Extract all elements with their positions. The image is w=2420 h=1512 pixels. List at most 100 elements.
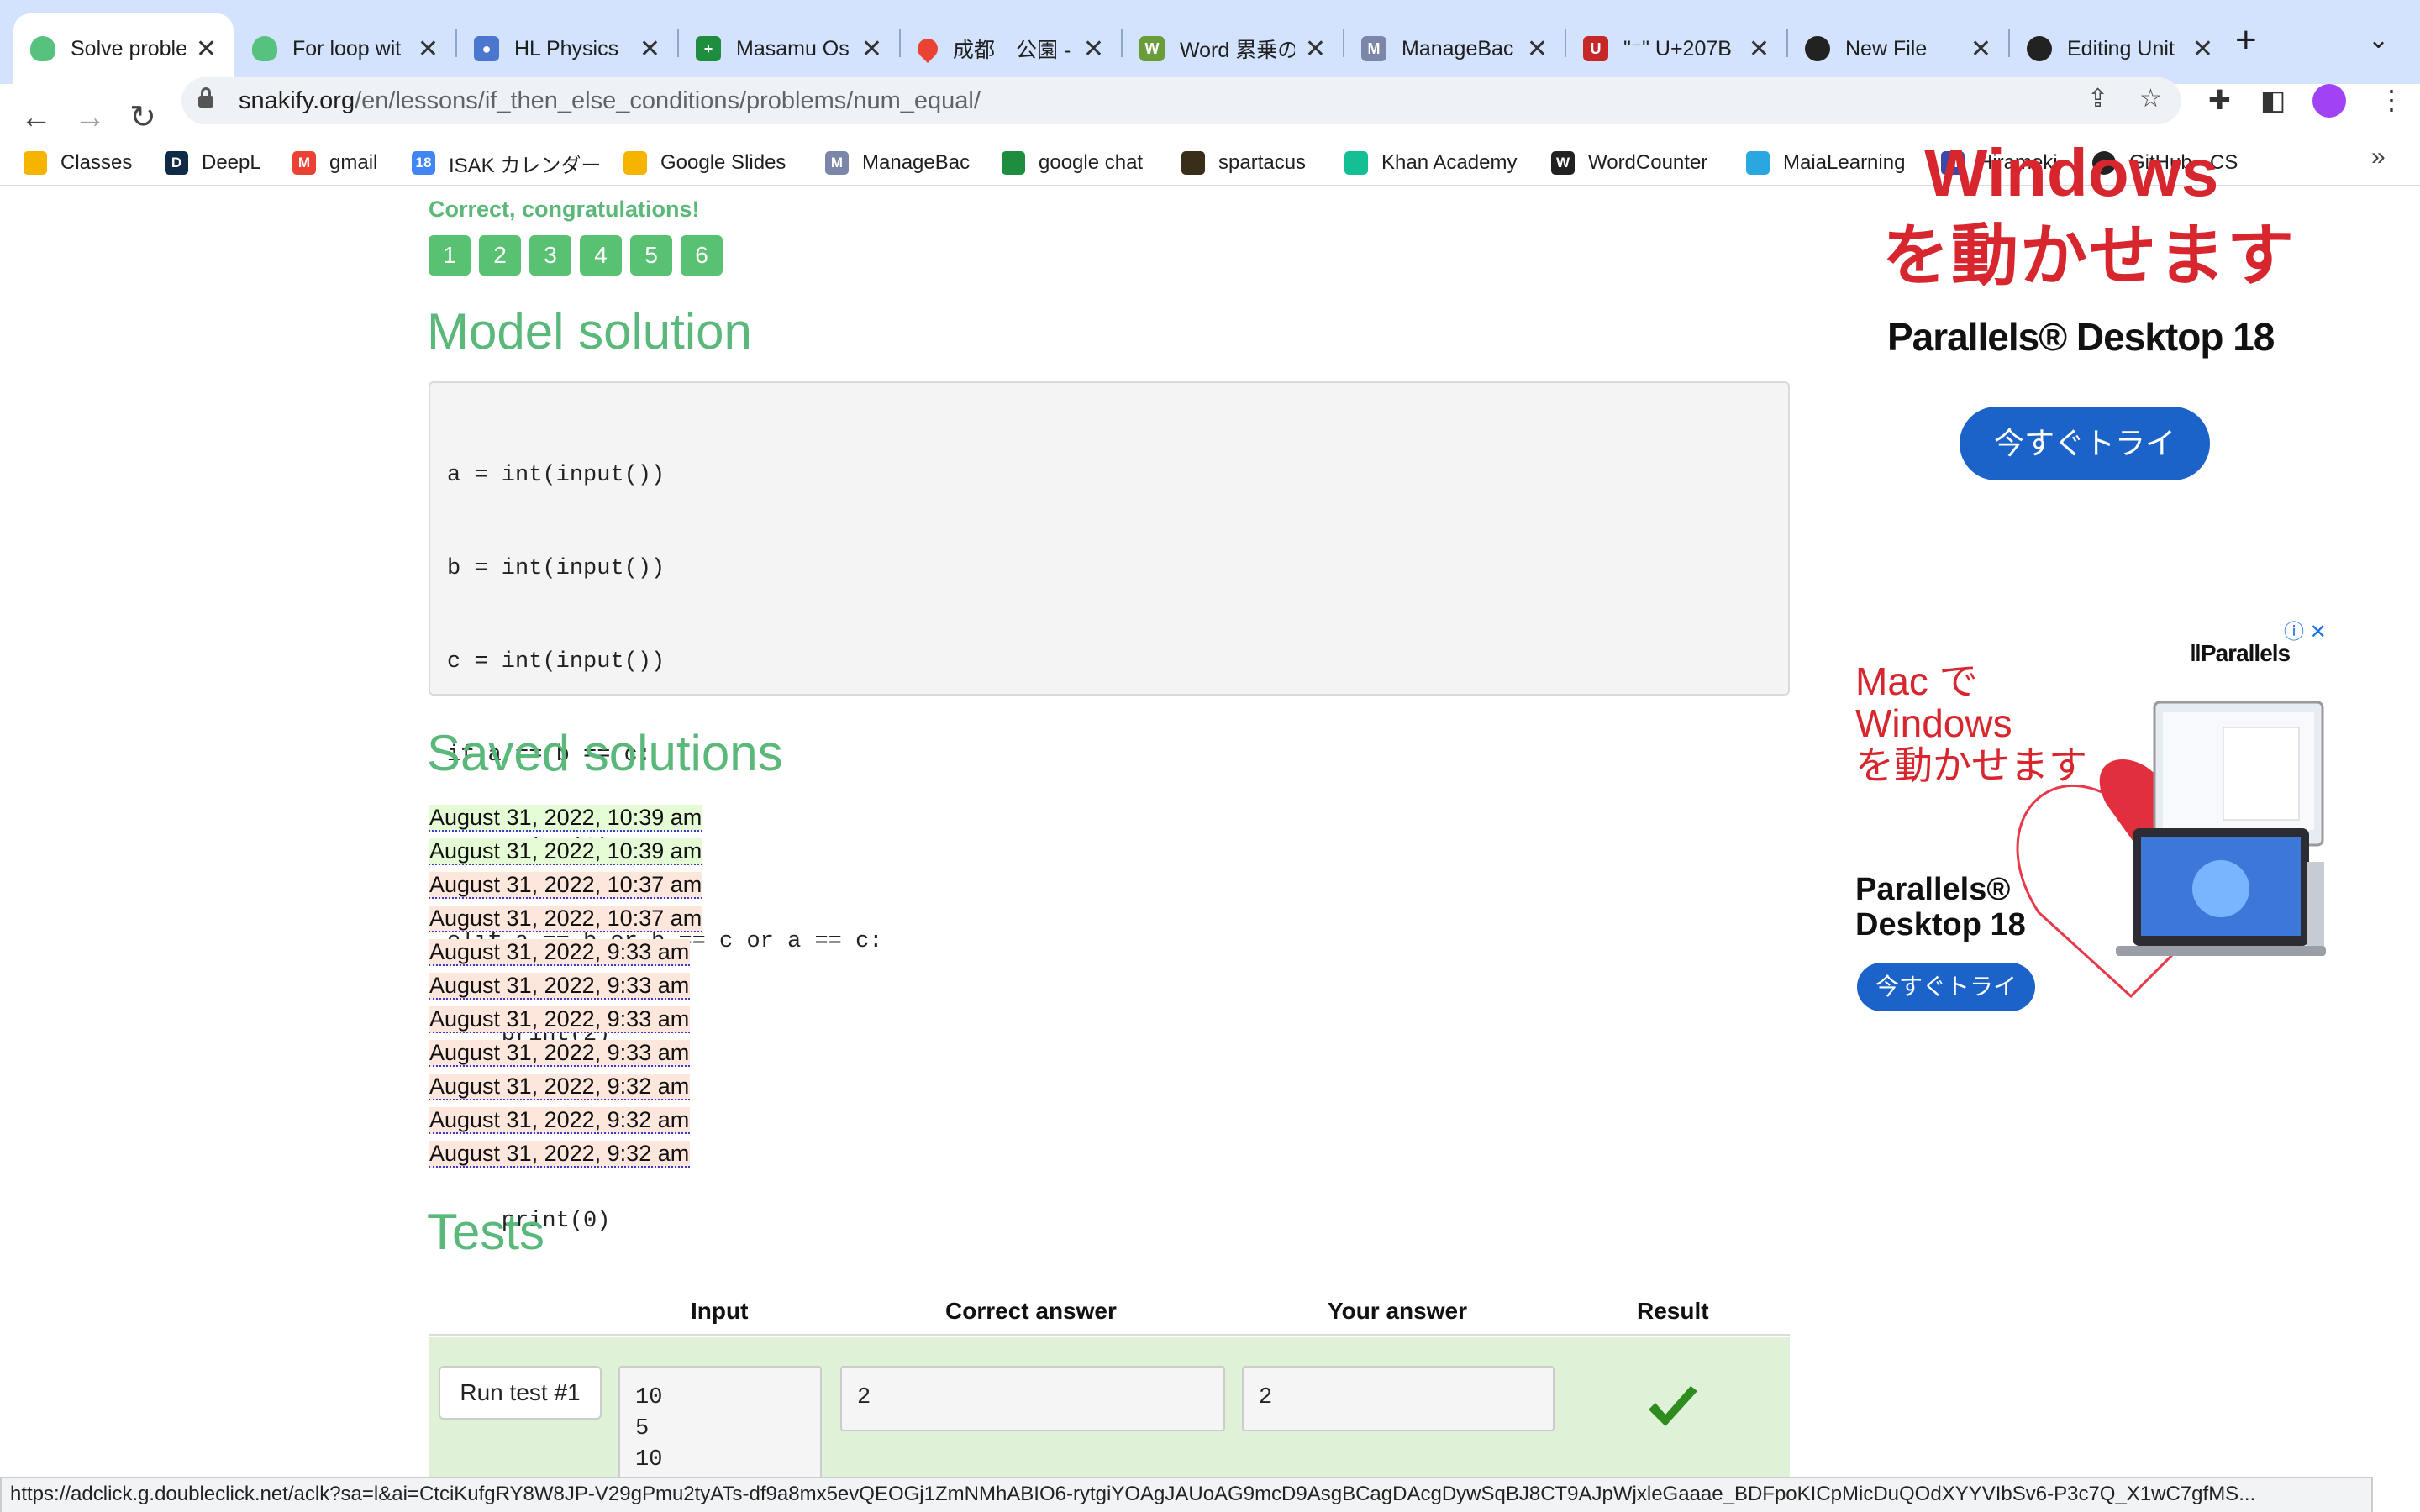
saved-solution-link[interactable]: August 31, 2022, 9:33 am [429, 971, 702, 1005]
tab-for-loop[interactable]: For loop wit ✕ [235, 13, 455, 84]
saved-solution-link[interactable]: August 31, 2022, 9:33 am [429, 937, 702, 971]
problem-number-1[interactable]: 1 [429, 235, 471, 276]
code-line: b = int(input()) [447, 556, 666, 581]
bookmark-google-chat[interactable]: google chat [1002, 144, 1143, 181]
side-panel-icon[interactable]: ◧ [2260, 84, 2286, 116]
problem-number-3[interactable]: 3 [529, 235, 571, 276]
close-icon[interactable]: ✕ [1083, 34, 1104, 64]
bookmark-label: google chat [1039, 151, 1144, 174]
classroom-icon: ● [474, 36, 499, 61]
link-status-bar: https://adclick.g.doubleclick.net/aclk?s… [0, 1477, 2373, 1512]
column-header-result: Result [1637, 1298, 1709, 1324]
tab-word[interactable]: W Word 累乗の ✕ [1123, 13, 1343, 84]
managebac-icon: M [825, 151, 849, 175]
close-icon[interactable]: ✕ [2192, 34, 2213, 64]
ad-info-close-icon[interactable]: ⓘ ✕ [2284, 618, 2327, 644]
bookmark-isak-calendar[interactable]: 18 ISAK カレンダー [412, 144, 601, 181]
saved-solution-link[interactable]: August 31, 2022, 10:39 am [429, 837, 703, 870]
close-icon[interactable]: ✕ [1305, 34, 1326, 64]
tab-title: 成都 公園 - [953, 39, 1071, 62]
saved-solution-link[interactable]: August 31, 2022, 9:33 am [429, 1005, 702, 1038]
ad-brand[interactable]: Parallels® Desktop 18 [1887, 314, 2275, 360]
bookmark-khan-academy[interactable]: Khan Academy [1344, 144, 1517, 181]
tab-search-chevron-icon[interactable]: ⌄ [2368, 25, 2389, 55]
bookmark-label: DeepL [202, 151, 261, 174]
problem-number-5[interactable]: 5 [630, 235, 672, 276]
tab-new-file[interactable]: New File ✕ [1788, 13, 2008, 84]
close-icon[interactable]: ✕ [861, 34, 882, 64]
ad-try-now-button[interactable]: 今すぐトライ [1960, 407, 2210, 480]
saved-solution-link[interactable]: August 31, 2022, 10:37 am [429, 904, 703, 937]
bookmark-classes[interactable]: Classes [24, 144, 132, 181]
bookmark-gmail[interactable]: Mgmail [292, 144, 377, 181]
saved-solution-link[interactable]: August 31, 2022, 10:37 am [429, 870, 703, 904]
tests-heading: Tests [427, 1204, 545, 1260]
tab-managebac[interactable]: M ManageBac ✕ [1344, 13, 1565, 84]
ad-headline[interactable]: を動かせます [1882, 202, 2296, 299]
model-solution-code: a = int(input()) b = int(input()) c = in… [429, 381, 1790, 1234]
ad-brand-line: Parallels® [1855, 872, 2011, 907]
tab-editing-unit[interactable]: Editing Unit ✕ [2010, 13, 2230, 84]
profile-avatar[interactable] [2312, 84, 2346, 118]
new-tab-button[interactable]: + [2235, 22, 2257, 59]
spartacus-icon [1181, 151, 1205, 175]
bookmark-spartacus[interactable]: spartacus [1181, 144, 1306, 181]
tab-maps[interactable]: 成都 公園 - ✕ [901, 13, 1121, 84]
bookmark-label: Khan Academy [1381, 151, 1518, 174]
saved-solution-link[interactable]: August 31, 2022, 9:33 am [429, 1038, 702, 1072]
bookmark-star-icon[interactable]: ☆ [2139, 84, 2162, 113]
bookmark-managebac[interactable]: M ManageBac [825, 144, 970, 181]
url-text[interactable]: snakify.org/en/lessons/if_then_else_cond… [239, 84, 981, 118]
back-arrow-icon[interactable]: ← [20, 99, 52, 136]
bookmark-google-slides[interactable]: Google Slides [623, 144, 786, 181]
tab-unicode[interactable]: U "⁻" U+207B ✕ [1566, 13, 1786, 84]
saved-solution-link[interactable]: August 31, 2022, 10:39 am [429, 803, 703, 837]
run-test-button[interactable]: Run test #1 [439, 1366, 602, 1420]
tab-title: Solve proble [71, 36, 186, 60]
tab-title: New File [1845, 36, 1928, 60]
close-icon[interactable]: ✕ [1970, 34, 1991, 64]
close-icon[interactable]: ✕ [196, 34, 217, 64]
bookmarks-overflow-button[interactable]: » [2371, 143, 2386, 171]
share-icon[interactable]: ⇪ [2087, 84, 2108, 113]
bookmark-label: gmail [329, 151, 378, 174]
code-line: print(0) [447, 1209, 611, 1234]
forward-arrow-icon[interactable]: → [74, 99, 106, 136]
khan-icon [1344, 151, 1368, 175]
tab-solve-problem[interactable]: Solve proble ✕ [13, 13, 234, 84]
close-icon[interactable]: ✕ [639, 34, 660, 64]
ad-banner[interactable]: ⓘ ✕ ǁParallels Mac で Windows を動かせます Para… [1845, 618, 2336, 1038]
chrome-menu-icon[interactable]: ⋮ [2378, 84, 2405, 116]
tab-hl-physics[interactable]: ● HL Physics ✕ [457, 13, 677, 84]
bookmark-label: spartacus [1218, 151, 1307, 174]
bookmark-deepl[interactable]: D DeepL [165, 144, 261, 181]
problem-number-2[interactable]: 2 [479, 235, 521, 276]
reload-icon[interactable]: ↻ [129, 99, 156, 136]
close-icon[interactable]: ✕ [1749, 34, 1770, 64]
extensions-puzzle-icon[interactable]: ✚ [2208, 84, 2231, 116]
tab-title: ManageBac [1402, 36, 1514, 60]
word-icon: W [1139, 36, 1165, 61]
problem-number-6[interactable]: 6 [681, 235, 723, 276]
table-divider [429, 1334, 1790, 1336]
problem-number-4[interactable]: 4 [580, 235, 622, 276]
close-icon[interactable]: ✕ [1527, 34, 1548, 64]
lock-icon[interactable] [198, 87, 213, 108]
bookmark-label: MaiaLearning [1783, 151, 1906, 174]
ad-headline-line: Windows [1855, 701, 2012, 745]
classroom-icon [24, 151, 47, 175]
close-icon[interactable]: ✕ [418, 34, 439, 64]
saved-solution-link[interactable]: August 31, 2022, 9:32 am [429, 1105, 702, 1139]
bookmark-wordcounter[interactable]: W WordCounter [1551, 144, 1707, 181]
maps-icon [913, 34, 942, 63]
ad-try-now-button[interactable]: 今すぐトライ [1857, 963, 2035, 1011]
url-host: snakify.org [239, 87, 355, 114]
bookmark-maialearning[interactable]: MaiaLearning [1746, 144, 1905, 181]
tab-title: "⁻" U+207B [1623, 37, 1732, 60]
ad-product-image [2016, 701, 2326, 999]
saved-solution-link[interactable]: August 31, 2022, 9:32 am [429, 1072, 702, 1105]
correct-answer-box: 2 [840, 1366, 1225, 1431]
maia-icon [1746, 151, 1770, 175]
saved-solution-link[interactable]: August 31, 2022, 9:32 am [429, 1139, 702, 1173]
tab-masamu[interactable]: + Masamu Os ✕ [679, 13, 899, 84]
